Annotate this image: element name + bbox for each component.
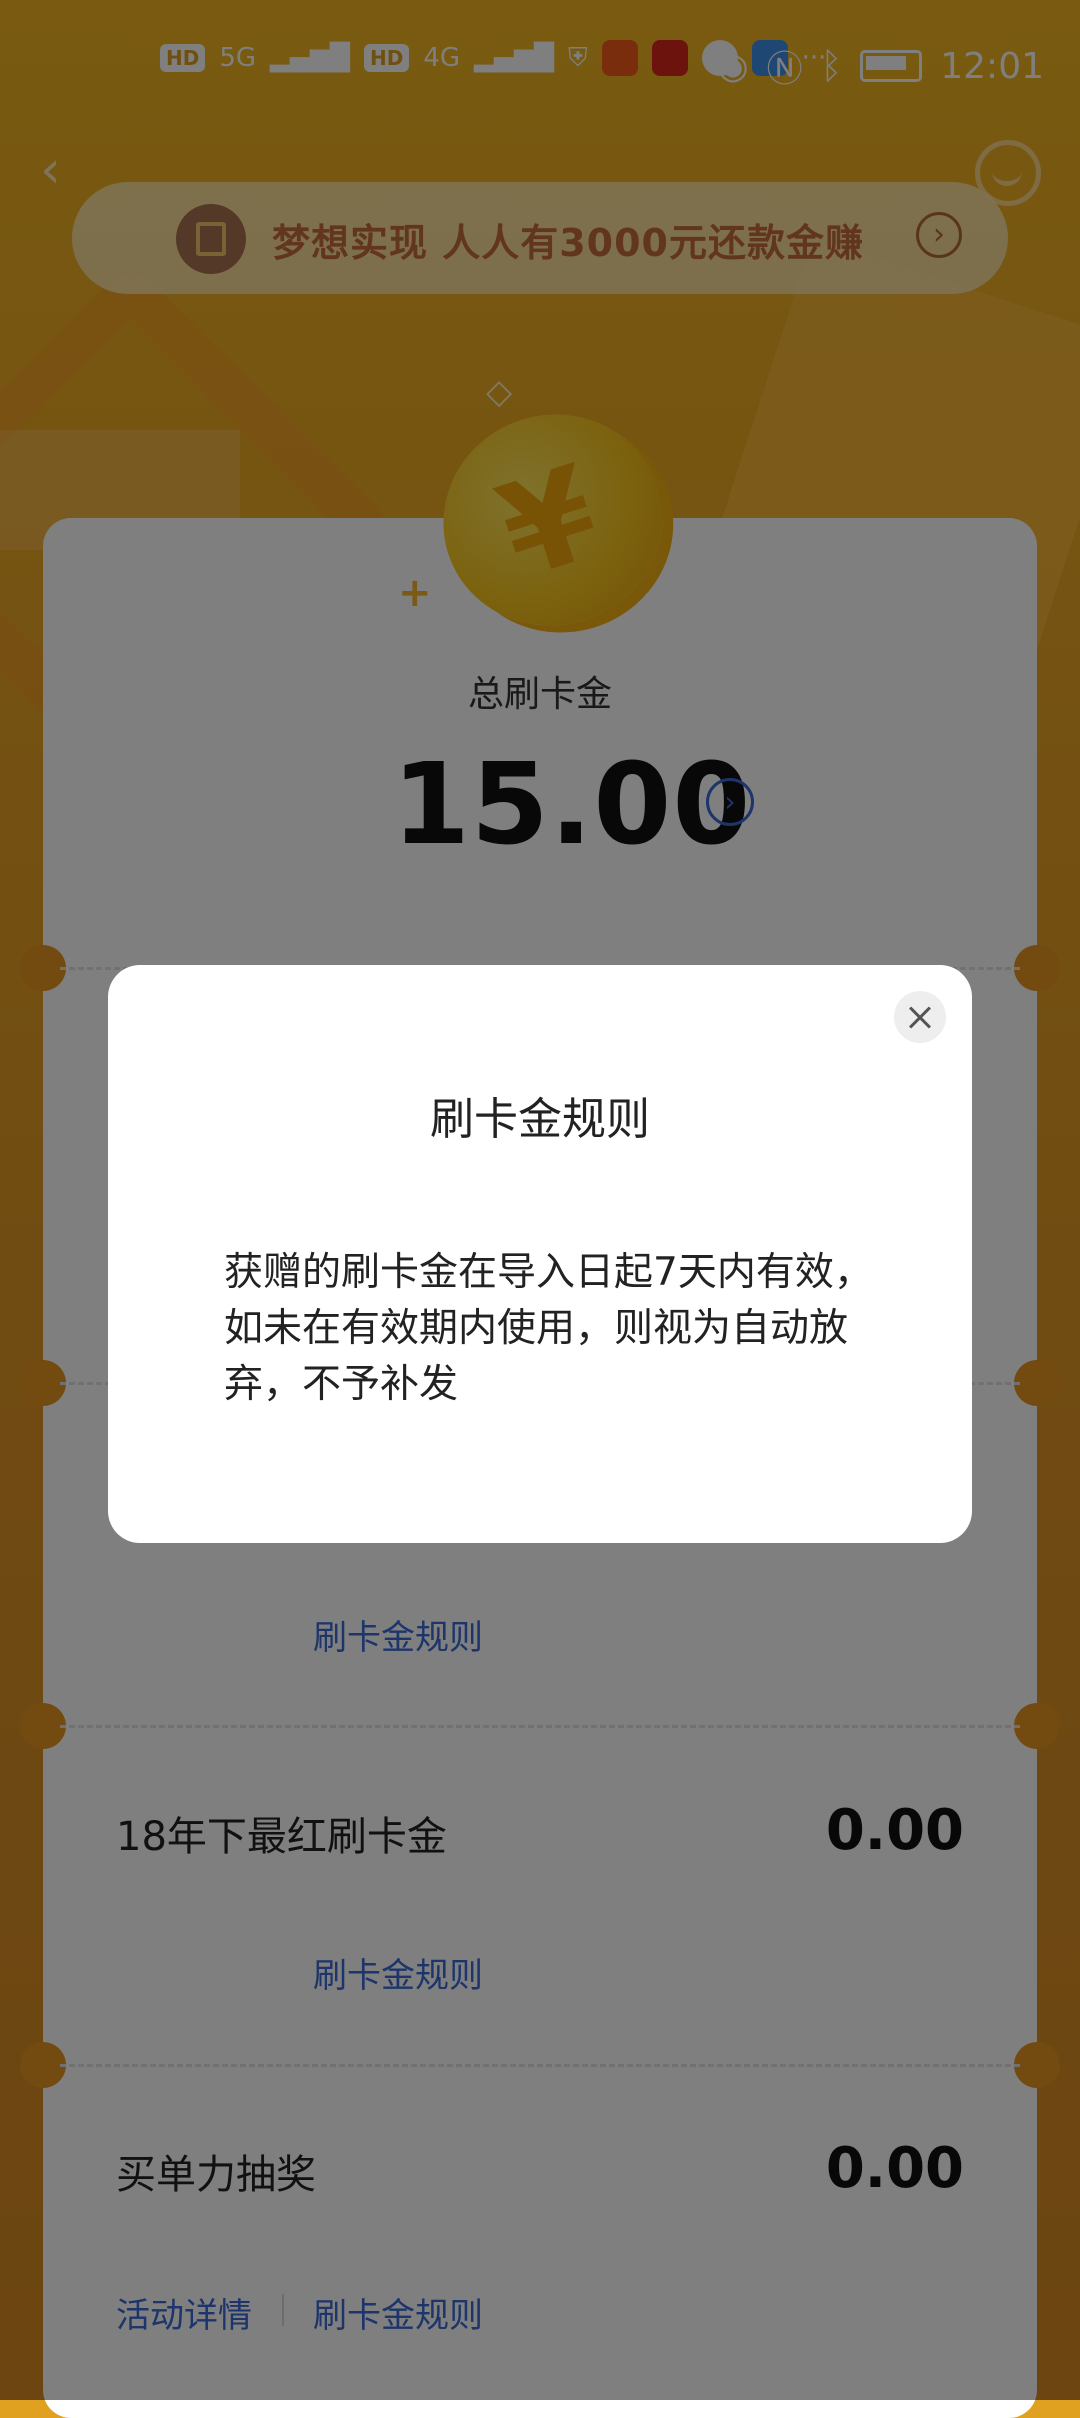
dialog-body: 获赠的刷卡金在导入日起7天内有效，如未在有效期内使用，则视为自动放弃，不予补发 <box>224 1250 873 1407</box>
rules-dialog: 刷卡金规则 获赠的刷卡金在导入日起7天内有效，如未在有效期内使用，则视为自动放弃… <box>108 965 972 1543</box>
dialog-title: 刷卡金规则 <box>430 1094 650 1145</box>
close-icon[interactable] <box>894 991 946 1043</box>
